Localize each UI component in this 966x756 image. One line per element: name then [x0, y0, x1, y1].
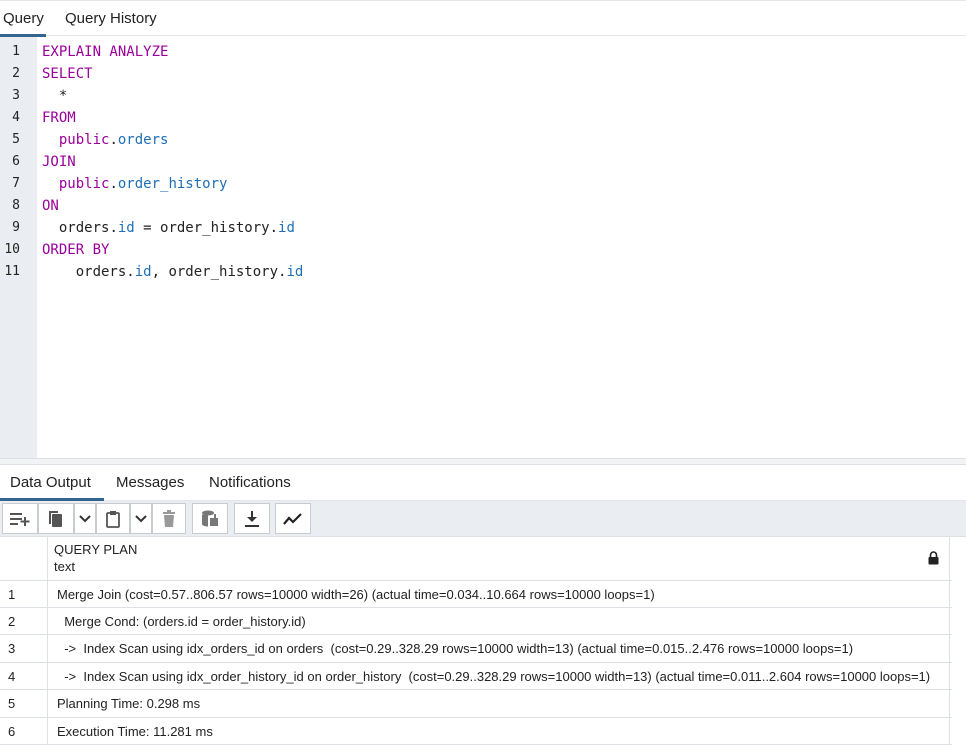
line-number: 5: [12, 132, 20, 147]
row-number: 4: [8, 669, 16, 684]
code-line: *: [42, 88, 68, 104]
code-line: SELECT: [42, 66, 93, 82]
results-tab-bar: Data Output Messages Notifications: [0, 465, 966, 501]
cell-value: Merge Cond: (orders.id = order_history.i…: [57, 614, 306, 629]
code-line: JOIN: [42, 154, 76, 170]
line-number-gutter: 1 2 3 4 5 6 7 8 9 10 11: [0, 37, 37, 458]
paste-icon: [104, 510, 122, 528]
line-number: 11: [4, 264, 20, 279]
tab-messages[interactable]: Messages: [116, 465, 184, 501]
chevron-down-icon: [135, 514, 147, 523]
download-icon: [244, 510, 260, 528]
paste-options-dropdown[interactable]: [130, 503, 152, 534]
table-row[interactable]: 1 Merge Join (cost=0.57..806.57 rows=100…: [0, 581, 952, 608]
row-number: 5: [8, 696, 16, 711]
save-data-icon: [200, 509, 220, 529]
cell-value: Execution Time: 11.281 ms: [57, 724, 213, 739]
table-row[interactable]: 5 Planning Time: 0.298 ms: [0, 690, 952, 718]
table-row[interactable]: 4 -> Index Scan using idx_order_history_…: [0, 663, 952, 690]
line-number: 7: [12, 176, 20, 191]
row-number: 2: [8, 614, 16, 629]
line-number: 2: [12, 66, 20, 81]
lock-icon: [928, 551, 939, 570]
table-cell[interactable]: -> Index Scan using idx_orders_id on ord…: [47, 635, 950, 662]
code-line: ORDER BY: [42, 242, 110, 258]
column-header[interactable]: QUERY PLAN text: [47, 537, 950, 580]
code-line: orders.id = order_history.id: [42, 220, 295, 236]
line-number: 10: [4, 242, 20, 257]
panel-splitter[interactable]: [0, 458, 966, 465]
add-row-button[interactable]: [2, 503, 38, 534]
results-toolbar: [0, 501, 966, 537]
code-line: ON: [42, 198, 59, 214]
code-line: EXPLAIN ANALYZE: [42, 44, 169, 60]
chevron-down-icon: [79, 514, 91, 523]
line-number: 6: [12, 154, 20, 169]
code-line: FROM: [42, 110, 76, 126]
line-number: 9: [12, 220, 20, 235]
cell-value: Planning Time: 0.298 ms: [57, 696, 201, 711]
row-number: 3: [8, 641, 16, 656]
row-number: 6: [8, 724, 16, 739]
copy-button[interactable]: [38, 503, 74, 534]
column-type: text: [54, 559, 75, 574]
save-data-button[interactable]: [192, 503, 228, 534]
table-cell[interactable]: Merge Cond: (orders.id = order_history.i…: [47, 608, 950, 634]
code-line: orders.id, order_history.id: [42, 264, 304, 280]
delete-row-button[interactable]: [152, 503, 186, 534]
line-number: 1: [12, 44, 20, 59]
cell-value: -> Index Scan using idx_orders_id on ord…: [57, 641, 854, 656]
table-row[interactable]: 6 Execution Time: 11.281 ms: [0, 718, 952, 745]
table-row[interactable]: 3 -> Index Scan using idx_orders_id on o…: [0, 635, 952, 663]
line-number: 8: [12, 198, 20, 213]
grid-header-row: QUERY PLAN text: [0, 537, 952, 581]
copy-icon: [47, 510, 65, 528]
tab-data-output[interactable]: Data Output: [0, 465, 104, 501]
query-tab-bar: Query Query History: [0, 0, 966, 37]
table-row[interactable]: 2 Merge Cond: (orders.id = order_history…: [0, 608, 952, 635]
add-row-icon: [9, 511, 31, 527]
graph-icon: [283, 512, 303, 526]
paste-button[interactable]: [96, 503, 130, 534]
row-number: 1: [8, 587, 16, 602]
table-cell[interactable]: Merge Join (cost=0.57..806.57 rows=10000…: [47, 581, 950, 607]
graph-visualiser-button[interactable]: [275, 503, 311, 534]
tab-query-history[interactable]: Query History: [65, 1, 157, 37]
delete-icon: [161, 509, 177, 528]
line-number: 4: [12, 110, 20, 125]
copy-options-dropdown[interactable]: [74, 503, 96, 534]
tab-notifications[interactable]: Notifications: [209, 465, 291, 501]
line-number: 3: [12, 88, 20, 103]
column-name: QUERY PLAN: [54, 542, 138, 557]
table-cell[interactable]: -> Index Scan using idx_order_history_id…: [47, 663, 950, 689]
download-button[interactable]: [234, 503, 270, 534]
table-cell[interactable]: Execution Time: 11.281 ms: [47, 718, 950, 744]
code-line: public.order_history: [42, 176, 228, 192]
sql-editor[interactable]: 1 2 3 4 5 6 7 8 9 10 11 EXPLAIN ANALYZE …: [0, 37, 966, 458]
table-cell[interactable]: Planning Time: 0.298 ms: [47, 690, 950, 717]
cell-value: Merge Join (cost=0.57..806.57 rows=10000…: [57, 587, 655, 602]
tab-query[interactable]: Query: [0, 1, 46, 37]
cell-value: -> Index Scan using idx_order_history_id…: [57, 669, 931, 684]
code-line: public.orders: [42, 132, 169, 148]
